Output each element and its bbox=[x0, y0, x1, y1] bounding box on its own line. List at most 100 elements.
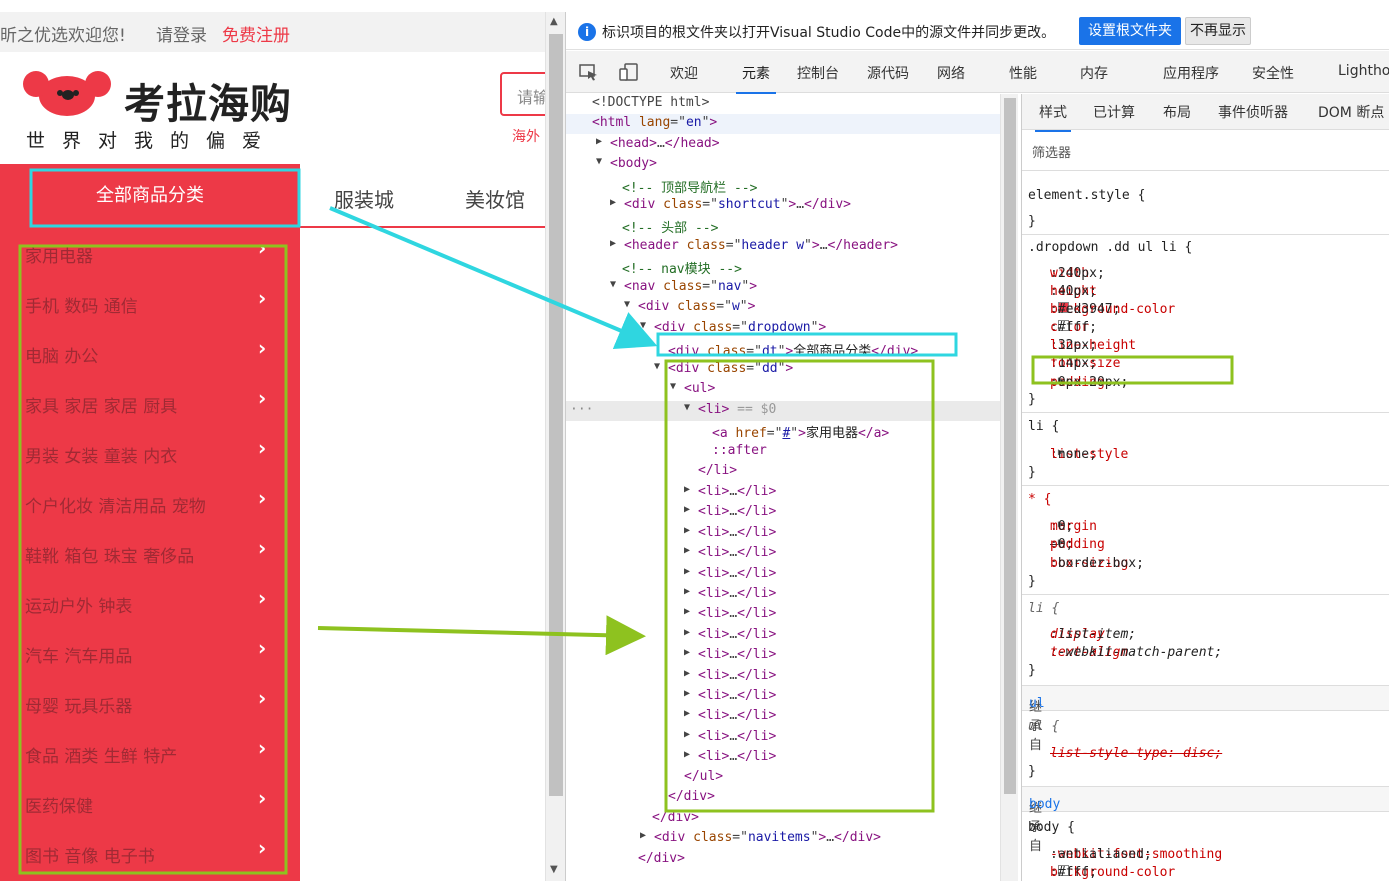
dont-show-again-button[interactable]: 不再显示 bbox=[1185, 17, 1251, 45]
prop-padding[interactable]: 0px 20px; bbox=[1058, 375, 1128, 390]
expand-triangle-icon[interactable]: ▶ bbox=[684, 708, 690, 719]
tree-row-comment-navmod[interactable]: <!-- nav模块 --> bbox=[566, 257, 1000, 277]
prop-text-align[interactable]: -webkit-match-parent; bbox=[1058, 645, 1222, 660]
styles-filter-input[interactable]: 筛选器 bbox=[1022, 131, 1389, 171]
tree-row-dt[interactable]: <div class="dt">全部商品分类</div> bbox=[566, 339, 1000, 359]
devtools-tab[interactable]: 源代码 bbox=[867, 63, 909, 83]
tree-row-html[interactable]: <html lang="en"> bbox=[566, 114, 1000, 134]
tree-row-li[interactable]: ▶ <li>…</li> bbox=[566, 503, 1000, 523]
styles-subtab[interactable]: 布局 bbox=[1163, 102, 1191, 122]
category-item[interactable]: 图书 音像 电子书 › bbox=[0, 828, 300, 878]
tree-row-dd-close[interactable]: </div> bbox=[566, 788, 1000, 808]
devtools-tab[interactable]: 安全性 bbox=[1252, 63, 1294, 83]
scroll-down-icon[interactable]: ▼ bbox=[550, 864, 558, 875]
prop-line-height[interactable]: 32px; bbox=[1058, 338, 1097, 353]
tree-row-w-close[interactable]: </div> bbox=[566, 850, 1000, 870]
scroll-up-icon[interactable]: ▲ bbox=[550, 16, 558, 27]
li-rule[interactable]: li { bbox=[1022, 419, 1389, 437]
styles-subtab[interactable]: 已计算 bbox=[1093, 102, 1135, 122]
tree-row-navitems[interactable]: ▶ <div class="navitems">…</div> bbox=[566, 829, 1000, 849]
expand-triangle-icon[interactable]: ▶ bbox=[684, 566, 690, 577]
devtools-tab[interactable]: 内存 bbox=[1080, 63, 1108, 83]
inherited-body-link[interactable]: body bbox=[1029, 797, 1060, 812]
expand-triangle-icon[interactable]: ▶ bbox=[684, 668, 690, 679]
row-actions-icon[interactable]: ··· bbox=[570, 402, 593, 417]
tree-row-nav[interactable]: ▼ <nav class="nav"> bbox=[566, 278, 1000, 298]
expand-triangle-icon[interactable]: ▶ bbox=[684, 545, 690, 556]
collapse-triangle-icon[interactable]: ▼ bbox=[610, 279, 616, 290]
tree-row-ul[interactable]: ▼ <ul> bbox=[566, 380, 1000, 400]
category-item[interactable]: 鞋靴 箱包 珠宝 奢侈品 › bbox=[0, 528, 300, 578]
body-rule[interactable]: body { bbox=[1022, 820, 1389, 838]
dropdown-li-rule[interactable]: .dropdown .dd ul li { bbox=[1022, 240, 1389, 258]
tree-scrollbar[interactable] bbox=[1000, 94, 1018, 881]
prop-list-style[interactable]: none; bbox=[1058, 447, 1097, 462]
expand-triangle-icon[interactable]: ▶ bbox=[684, 525, 690, 536]
category-item[interactable]: 男装 女装 童装 内衣 › bbox=[0, 428, 300, 478]
collapse-triangle-icon[interactable]: ▼ bbox=[640, 320, 646, 331]
tree-scrollbar-thumb[interactable] bbox=[1004, 98, 1016, 794]
element-style-rule[interactable]: element.style { bbox=[1022, 188, 1389, 206]
prop-font-smoothing[interactable]: antialiased; bbox=[1058, 847, 1152, 862]
tree-row-dropdown-close[interactable]: </div> bbox=[566, 809, 1000, 829]
prop-display[interactable]: list-item; bbox=[1058, 627, 1136, 642]
collapse-triangle-icon[interactable]: ▼ bbox=[670, 381, 676, 392]
collapse-triangle-icon[interactable]: ▼ bbox=[624, 299, 630, 310]
ua-li-rule[interactable]: li { bbox=[1022, 601, 1389, 619]
tree-row-li[interactable]: ▶ <li>…</li> bbox=[566, 687, 1000, 707]
devtools-tab[interactable]: 应用程序 bbox=[1163, 63, 1219, 83]
tree-row-header[interactable]: ▶ <header class="header w">…</header> bbox=[566, 237, 1000, 257]
tree-row-comment-nav[interactable]: <!-- 顶部导航栏 --> bbox=[566, 176, 1000, 196]
tree-row-li[interactable]: ▶ <li>…</li> bbox=[566, 748, 1000, 768]
tree-row-li[interactable]: ▶ <li>…</li> bbox=[566, 626, 1000, 646]
register-link[interactable]: 免费注册 bbox=[222, 21, 290, 46]
inspect-element-icon[interactable] bbox=[578, 63, 600, 81]
tree-row-dropdown[interactable]: ▼ <div class="dropdown"> bbox=[566, 319, 1000, 339]
tree-row-li[interactable]: ▶ <li>…</li> bbox=[566, 544, 1000, 564]
category-item[interactable]: 母婴 玩具乐器 › bbox=[0, 678, 300, 728]
category-item[interactable]: 家用电器 › bbox=[0, 228, 300, 278]
koala-logo-icon[interactable] bbox=[22, 68, 112, 118]
devtools-tab[interactable]: Lighthouse bbox=[1338, 63, 1389, 79]
expand-triangle-icon[interactable]: ▶ bbox=[640, 830, 646, 841]
tree-row-li[interactable]: ▶ <li>…</li> bbox=[566, 585, 1000, 605]
login-link[interactable]: 请登录 bbox=[156, 21, 207, 46]
tree-row-li[interactable]: ▶ <li>…</li> bbox=[566, 483, 1000, 503]
tree-row-li-selected[interactable]: ··· ▼ <li> == $0 bbox=[566, 401, 1000, 421]
prop-margin[interactable]: 0; bbox=[1058, 519, 1074, 534]
category-item[interactable]: 运动户外 钟表 › bbox=[0, 578, 300, 628]
devtools-tab[interactable]: 性能 bbox=[1009, 63, 1037, 83]
prop-background-color[interactable]: #ed3947; bbox=[1058, 302, 1121, 317]
set-root-folder-button[interactable]: 设置根文件夹 bbox=[1079, 17, 1181, 45]
prop-box-sizing[interactable]: border-box; bbox=[1058, 556, 1144, 571]
expand-triangle-icon[interactable]: ▶ bbox=[610, 238, 616, 249]
prop-height[interactable]: 40px; bbox=[1058, 284, 1097, 299]
prop-width[interactable]: 240px; bbox=[1058, 266, 1105, 281]
styles-subtab[interactable]: 事件侦听器 bbox=[1218, 102, 1288, 122]
devtools-tab[interactable]: 元素 bbox=[736, 63, 776, 94]
category-item[interactable]: 家具 家居 家居 厨具 › bbox=[0, 378, 300, 428]
tree-row-li[interactable]: ▶ <li>…</li> bbox=[566, 667, 1000, 687]
search-input[interactable]: 请输 bbox=[500, 72, 545, 116]
expand-triangle-icon[interactable]: ▶ bbox=[684, 749, 690, 760]
expand-triangle-icon[interactable]: ▶ bbox=[684, 627, 690, 638]
page-scrollbar[interactable]: ▲ ▼ bbox=[545, 12, 565, 881]
tree-row-doctype[interactable]: <!DOCTYPE html> bbox=[566, 94, 1000, 114]
devtools-tab[interactable]: 网络 bbox=[937, 63, 965, 83]
expand-triangle-icon[interactable]: ▶ bbox=[610, 197, 616, 208]
device-toolbar-icon[interactable] bbox=[618, 63, 640, 81]
category-item[interactable]: 电脑 办公 › bbox=[0, 328, 300, 378]
tree-row-div-w[interactable]: ▼ <div class="w"> bbox=[566, 298, 1000, 318]
expand-triangle-icon[interactable]: ▶ bbox=[684, 647, 690, 658]
tree-row-dd[interactable]: ▼ <div class="dd"> bbox=[566, 360, 1000, 380]
category-item[interactable]: 手机 数码 通信 › bbox=[0, 278, 300, 328]
ua-ul-rule[interactable]: ul { bbox=[1022, 719, 1389, 737]
category-item[interactable]: 医药保健 › bbox=[0, 778, 300, 828]
expand-triangle-icon[interactable]: ▶ bbox=[684, 688, 690, 699]
page-scrollbar-thumb[interactable] bbox=[549, 34, 563, 796]
category-item[interactable]: 食品 酒类 生鲜 特产 › bbox=[0, 728, 300, 778]
collapse-triangle-icon[interactable]: ▼ bbox=[684, 402, 690, 413]
tree-row-li[interactable]: ▶ <li>…</li> bbox=[566, 565, 1000, 585]
tree-row-li[interactable]: ▶ <li>…</li> bbox=[566, 605, 1000, 625]
nav-item-beauty[interactable]: 美妆馆 bbox=[465, 184, 525, 213]
